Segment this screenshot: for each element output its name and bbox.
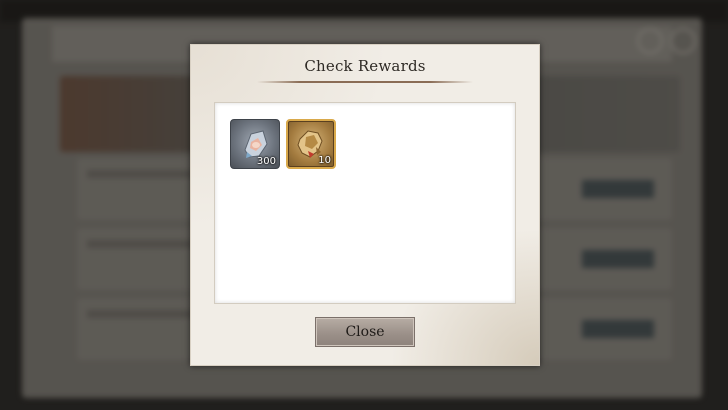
rewards-panel: 300 10: [214, 102, 516, 304]
dialog-title: Check Rewards: [304, 57, 426, 75]
reward-quantity: 300: [256, 156, 276, 167]
check-rewards-dialog: Check Rewards 300 10 Close: [190, 44, 540, 366]
close-button[interactable]: Close: [315, 317, 415, 347]
reward-item[interactable]: 300: [230, 119, 280, 169]
title-divider: [257, 81, 473, 83]
reward-quantity: 10: [318, 155, 331, 166]
reward-item[interactable]: 10: [286, 119, 336, 169]
